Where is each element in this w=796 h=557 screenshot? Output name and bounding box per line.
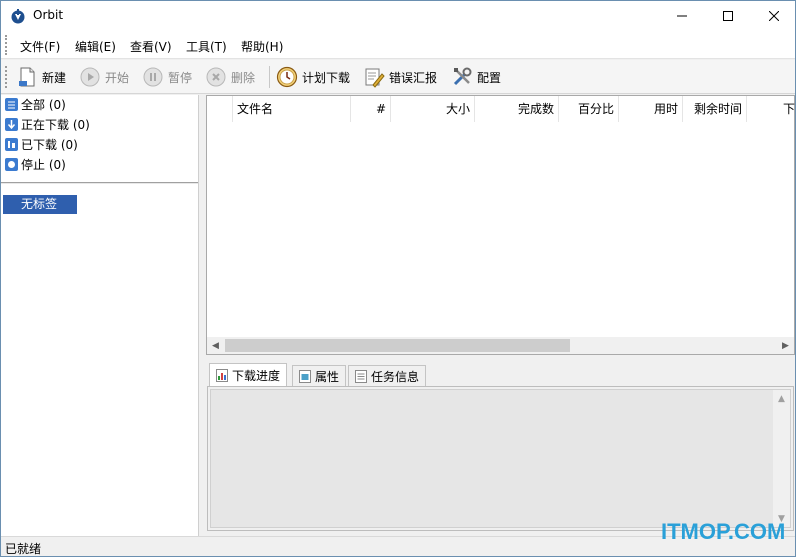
- tab-properties-label: 属性: [315, 370, 340, 384]
- report-button-label: 错误汇报: [389, 70, 438, 85]
- menu-bar: 文件(F) 编辑(E) 查看(V) 工具(T) 帮助(H): [1, 31, 795, 59]
- column-header-remaining[interactable]: 剩余时间: [683, 96, 747, 122]
- report-button[interactable]: 错误汇报: [363, 65, 437, 89]
- start-button[interactable]: 开始: [79, 65, 129, 89]
- menubar-grip[interactable]: [5, 35, 7, 55]
- maximize-icon: [723, 11, 733, 21]
- list-icon: [5, 97, 18, 111]
- config-button-label: 配置: [477, 70, 502, 85]
- status-text: 已就绪: [5, 542, 42, 556]
- tab-task-info-label: 任务信息: [371, 370, 420, 384]
- document-icon: [355, 370, 367, 383]
- scroll-up-icon[interactable]: ▲: [773, 390, 790, 407]
- downloaded-icon: [5, 137, 18, 151]
- panel-divider: [1, 182, 198, 184]
- schedule-button[interactable]: 计划下载: [276, 65, 350, 89]
- pause-button[interactable]: 暂停: [142, 65, 192, 89]
- close-icon: [769, 11, 779, 21]
- category-all-label: 全部 (0): [21, 97, 66, 112]
- column-header-number[interactable]: #: [351, 96, 391, 122]
- window-title: Orbit: [33, 8, 64, 22]
- category-downloaded-label: 已下载 (0): [21, 137, 78, 152]
- column-header-download[interactable]: 下载: [747, 96, 795, 122]
- properties-icon: [299, 370, 311, 383]
- title-bar: Orbit: [1, 1, 795, 31]
- download-list: 文件名 # 大小 完成数 百分比 用时 剩余时间 下载 ◀ ▶: [206, 95, 795, 355]
- category-downloaded[interactable]: 已下载 (0): [5, 135, 78, 153]
- tab-progress[interactable]: 下载进度: [209, 363, 288, 387]
- clock-icon: [276, 66, 298, 88]
- category-downloading-label: 正在下载 (0): [21, 117, 90, 132]
- minimize-icon: [677, 15, 687, 17]
- scroll-left-icon[interactable]: ◀: [207, 337, 224, 354]
- category-stopped-label: 停止 (0): [21, 157, 66, 172]
- new-file-icon: [19, 67, 35, 87]
- app-window: Orbit 文件(F) 编辑(E) 查看(V) 工具(T) 帮助(H) 新建 开…: [0, 0, 796, 557]
- close-button[interactable]: [751, 1, 795, 31]
- column-header-filename[interactable]: 文件名: [233, 96, 351, 122]
- menu-help[interactable]: 帮助(H): [241, 38, 283, 55]
- column-header-elapsed[interactable]: 用时: [619, 96, 683, 122]
- tab-properties[interactable]: 属性: [292, 365, 347, 387]
- stop-icon: [5, 157, 18, 171]
- report-edit-icon: [365, 68, 385, 88]
- watermark-logo: ITMOP.COM: [661, 519, 786, 544]
- menu-view[interactable]: 查看(V): [130, 38, 172, 55]
- column-header-size[interactable]: 大小: [391, 96, 475, 122]
- category-all[interactable]: 全部 (0): [5, 95, 66, 113]
- scrollbar-thumb[interactable]: [225, 339, 570, 352]
- delete-icon: [206, 67, 226, 87]
- progress-view: ▲ ▼: [210, 389, 791, 528]
- start-button-label: 开始: [105, 70, 130, 85]
- tab-progress-label: 下载进度: [232, 369, 281, 383]
- orbit-logo-icon: [11, 9, 25, 24]
- menu-tools[interactable]: 工具(T): [186, 38, 227, 55]
- delete-button[interactable]: 删除: [205, 65, 255, 89]
- schedule-button-label: 计划下载: [302, 70, 351, 85]
- detail-tabs: 下载进度 属性 任务信息: [206, 363, 795, 387]
- delete-button-label: 删除: [231, 70, 256, 85]
- new-button-label: 新建: [42, 70, 67, 85]
- chart-icon: [216, 369, 228, 382]
- category-downloading[interactable]: 正在下载 (0): [5, 115, 90, 133]
- toolbar-separator: [269, 66, 270, 88]
- toolbar-grip[interactable]: [5, 66, 7, 88]
- column-header-completed[interactable]: 完成数: [475, 96, 559, 122]
- detail-vertical-scrollbar[interactable]: ▲ ▼: [773, 390, 790, 527]
- column-header-icon[interactable]: [207, 96, 233, 122]
- play-icon: [80, 67, 100, 87]
- scroll-right-icon[interactable]: ▶: [777, 337, 794, 354]
- minimize-button[interactable]: [659, 1, 705, 31]
- menu-file[interactable]: 文件(F): [20, 38, 60, 55]
- list-header: 文件名 # 大小 完成数 百分比 用时 剩余时间 下载: [207, 96, 795, 122]
- category-panel: 全部 (0) 正在下载 (0) 已下载 (0) 停止 (0) 无标签 (0): [1, 95, 199, 536]
- column-header-percent[interactable]: 百分比: [559, 96, 619, 122]
- list-horizontal-scrollbar[interactable]: ◀ ▶: [207, 337, 794, 354]
- maximize-button[interactable]: [705, 1, 751, 31]
- menu-edit[interactable]: 编辑(E): [75, 38, 116, 55]
- pause-icon: [143, 67, 163, 87]
- tab-task-info[interactable]: 任务信息: [348, 365, 427, 387]
- new-button[interactable]: 新建: [16, 65, 66, 89]
- tools-icon: [453, 67, 472, 86]
- tag-untagged[interactable]: 无标签 (0): [3, 195, 77, 230]
- download-arrow-icon: [5, 117, 18, 131]
- toolbar: 新建 开始 暂停 删除 计划下载 错误汇报 配置: [1, 60, 795, 94]
- category-stopped[interactable]: 停止 (0): [5, 155, 66, 173]
- detail-pane: ▲ ▼: [207, 386, 794, 531]
- pause-button-label: 暂停: [168, 70, 193, 85]
- config-button[interactable]: 配置: [451, 65, 501, 89]
